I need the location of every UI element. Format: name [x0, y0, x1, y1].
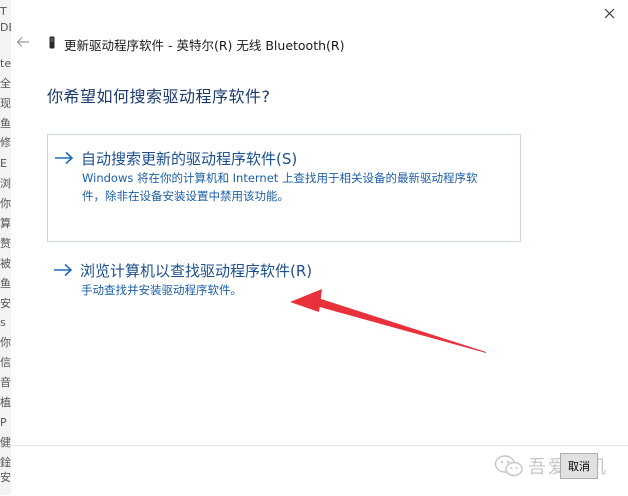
option-auto-search[interactable]: 自动搜索更新的驱动程序软件(S) Windows 将在你的计算机和 Intern… [47, 134, 521, 242]
bg-fragment: 算 [0, 217, 11, 230]
update-driver-dialog: 更新驱动程序软件 - 英特尔(R) 无线 Bluetooth(R) 你希望如何搜… [11, 0, 628, 495]
bg-fragment: 浏 [0, 177, 11, 190]
bg-fragment: 安 [0, 297, 11, 310]
option-description: Windows 将在你的计算机和 Internet 上查找用于相关设备的最新驱动… [82, 171, 478, 203]
close-icon [604, 8, 614, 18]
option-title: 浏览计算机以查找驱动程序软件(R) [80, 262, 313, 280]
back-arrow-icon [16, 37, 29, 47]
option-title: 自动搜索更新的驱动程序软件(S) [81, 150, 298, 168]
option-browse-computer[interactable]: 浏览计算机以查找驱动程序软件(R) 手动查找并安装驱动程序软件。 [47, 253, 519, 313]
cancel-button[interactable]: 取消 [560, 453, 598, 479]
bg-fragment: 安 [0, 471, 11, 484]
wechat-icon [494, 455, 523, 477]
bg-fragment: E [0, 157, 7, 170]
bg-fragment: 被 [0, 257, 11, 270]
option-description: 手动查找并安装驱动程序软件。 [81, 283, 242, 297]
bg-fragment: 修 [0, 136, 11, 149]
bg-fragment: P [0, 416, 7, 429]
bg-fragment: 鍂 [0, 456, 11, 469]
back-button[interactable] [15, 34, 31, 50]
bg-fragment: 你 [0, 336, 11, 349]
right-arrow-icon [55, 151, 74, 165]
bg-fragment: 音 [0, 376, 11, 389]
page-heading: 你希望如何搜索驱动程序软件? [47, 87, 271, 106]
bg-fragment: 全 [0, 77, 11, 90]
dialog-title: 更新驱动程序软件 - 英特尔(R) 无线 Bluetooth(R) [64, 38, 345, 53]
bg-fragment: 信 [0, 356, 11, 369]
bg-fragment: 植 [0, 396, 11, 409]
bg-fragment: 健 [0, 436, 11, 449]
bluetooth-device-icon [49, 36, 55, 49]
bg-fragment: 现 [0, 97, 11, 110]
right-arrow-icon [54, 263, 73, 277]
bg-fragment: T [0, 5, 7, 18]
bg-fragment: s [0, 316, 6, 329]
bg-fragment: 鱼 [0, 117, 11, 130]
close-button[interactable] [598, 4, 620, 22]
bg-fragment: 你 [0, 197, 11, 210]
bg-fragment: 赘 [0, 237, 11, 250]
bg-fragment: 鱼 [0, 277, 11, 290]
bg-fragment: te [0, 57, 12, 70]
